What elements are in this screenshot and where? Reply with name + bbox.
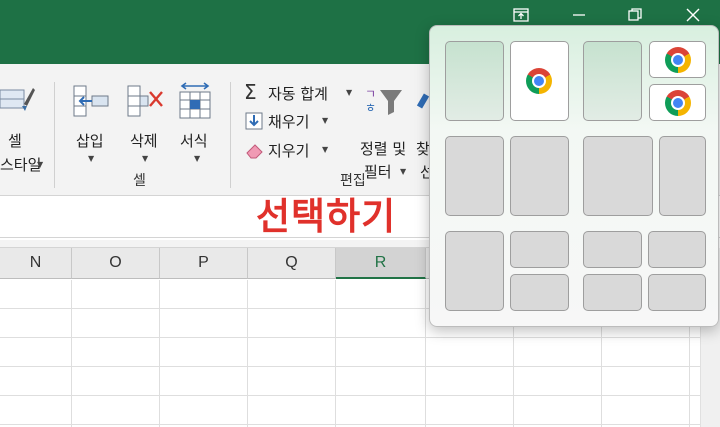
layout-6-top-right[interactable] xyxy=(648,231,706,268)
chrome-icon xyxy=(665,47,691,73)
column-header-n[interactable]: N xyxy=(0,248,72,279)
layout-1-right-half[interactable] xyxy=(510,41,569,121)
insert-cells-button[interactable]: 삽입 ▼ xyxy=(68,78,116,182)
layout-3-right[interactable] xyxy=(510,136,569,216)
group-divider xyxy=(230,82,231,188)
grid-line xyxy=(247,280,248,427)
cell-styles-label-top: 셀 xyxy=(8,132,22,150)
layout-2-top-right[interactable] xyxy=(649,41,706,78)
group-divider xyxy=(54,82,55,188)
layout-6-bottom-right[interactable] xyxy=(648,274,706,311)
chevron-down-icon: ▼ xyxy=(346,88,353,97)
find-select-button[interactable]: 찾 선 xyxy=(414,78,430,182)
layout-6-bottom-left[interactable] xyxy=(583,274,642,311)
chevron-down-icon: ▼ xyxy=(37,160,44,169)
snap-layouts-flyout xyxy=(429,25,719,327)
column-header-q[interactable]: Q xyxy=(248,248,336,279)
layout-3-left[interactable] xyxy=(445,136,504,216)
chevron-down-icon: ▼ xyxy=(88,154,95,163)
format-cells-label: 서식 xyxy=(180,132,208,150)
layout-5-bottom-right[interactable] xyxy=(510,274,569,311)
sort-filter-button[interactable]: ㄱ ㅎ 정렬 및 필터 ▼ xyxy=(356,78,416,182)
fill-button[interactable]: 채우기 ▼ xyxy=(244,110,334,132)
restore-ribbon-icon xyxy=(513,8,529,22)
eraser-icon xyxy=(246,144,263,159)
delete-cells-button[interactable]: 삭제 ▼ xyxy=(122,78,170,182)
search-icon xyxy=(416,93,430,109)
insert-cells-icon xyxy=(73,85,109,117)
cell-styles-button[interactable]: 셀 스타일 ▼ xyxy=(0,78,46,182)
cell-styles-icon xyxy=(0,88,35,111)
autosum-label: 자동 합계 xyxy=(268,85,328,103)
insert-cells-label: 삽입 xyxy=(76,132,104,150)
grid-line xyxy=(335,280,336,427)
layout-2-bottom-right[interactable] xyxy=(649,84,706,121)
close-icon xyxy=(686,8,700,22)
column-header-o[interactable]: O xyxy=(72,248,160,279)
column-header-p[interactable]: P xyxy=(160,248,248,279)
clear-button[interactable]: 지우기 ▼ xyxy=(244,139,334,161)
layout-5-left[interactable] xyxy=(445,231,504,311)
cell-styles-label-bottom: 스타일 xyxy=(0,156,42,174)
cells-group-label: 셀 xyxy=(133,173,146,189)
format-cells-icon xyxy=(179,82,211,119)
chevron-down-icon: ▼ xyxy=(142,154,149,163)
fill-down-icon xyxy=(245,112,263,130)
chrome-icon xyxy=(665,90,691,116)
chrome-icon xyxy=(526,68,552,94)
autosum-button[interactable]: Σ 자동 합계 ▼ xyxy=(244,80,356,104)
layout-5-top-right[interactable] xyxy=(510,231,569,268)
grid-line xyxy=(71,280,72,427)
layout-6-top-left[interactable] xyxy=(583,231,642,268)
sigma-icon: Σ xyxy=(244,80,257,104)
chevron-down-icon: ▼ xyxy=(194,154,201,163)
layout-4-left-wide[interactable] xyxy=(583,136,653,216)
sort-filter-icon: ㄱ ㅎ xyxy=(365,87,402,115)
layout-2-left-half[interactable] xyxy=(583,41,642,121)
clear-label: 지우기 xyxy=(268,142,310,160)
chevron-down-icon: ▼ xyxy=(322,116,329,125)
layout-4-right-narrow[interactable] xyxy=(659,136,706,216)
column-header-r[interactable]: R xyxy=(336,248,426,279)
fill-label: 채우기 xyxy=(268,113,310,131)
sort-filter-label-top: 정렬 및 xyxy=(360,140,407,158)
maximize-icon xyxy=(628,8,642,21)
sort-filter-label-bottom: 필터 xyxy=(364,163,392,181)
svg-text:ㅎ: ㅎ xyxy=(365,101,376,115)
delete-cells-label: 삭제 xyxy=(130,132,158,150)
chevron-down-icon: ▼ xyxy=(322,145,329,154)
grid-line xyxy=(159,280,160,427)
chevron-down-icon: ▼ xyxy=(400,167,407,176)
format-cells-button[interactable]: 서식 ▼ xyxy=(174,78,222,182)
delete-cells-icon xyxy=(127,85,163,117)
overlay-caption: 선택하기 xyxy=(256,195,397,238)
minimize-icon xyxy=(573,14,585,16)
find-select-label-top: 찾 xyxy=(416,140,430,158)
grid-line xyxy=(425,280,426,427)
svg-text:ㄱ: ㄱ xyxy=(365,87,376,101)
layout-1-left-half[interactable] xyxy=(445,41,504,121)
